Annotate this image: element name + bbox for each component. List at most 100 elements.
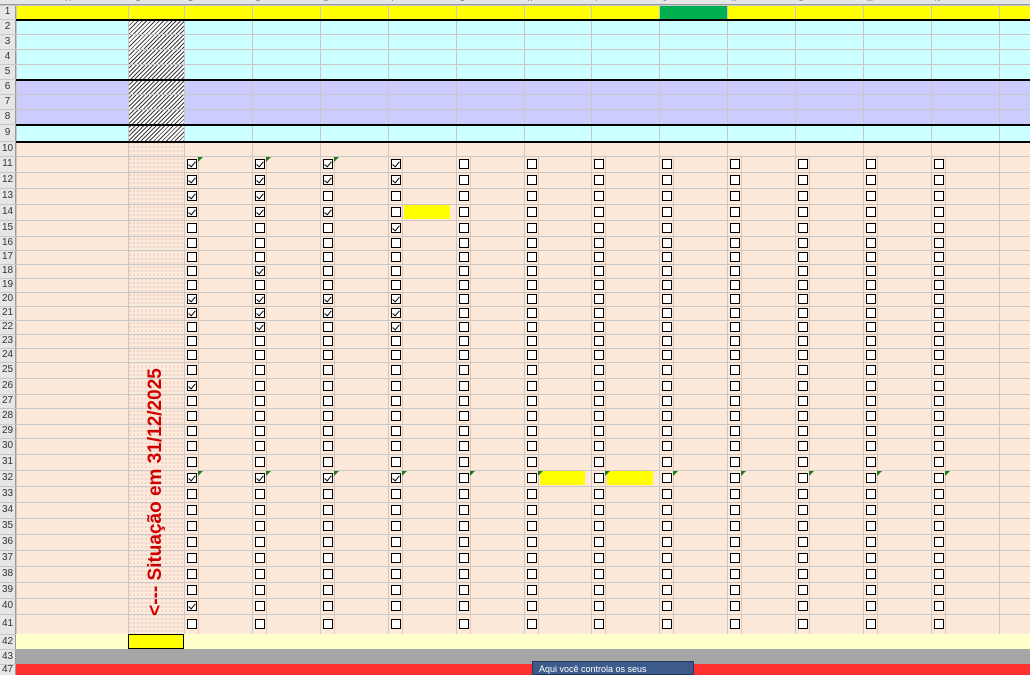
expense-value[interactable]	[336, 173, 382, 187]
expense-checkbox[interactable]	[254, 238, 265, 248]
expense-checkbox[interactable]	[187, 537, 197, 547]
totals-value[interactable]	[388, 649, 456, 664]
expense-checkbox[interactable]	[594, 223, 605, 233]
income-value[interactable]	[388, 94, 456, 109]
totals-value[interactable]	[931, 664, 999, 675]
expense-checkbox-checked[interactable]	[322, 473, 333, 483]
expense-checkbox[interactable]	[933, 569, 944, 579]
expense-checkbox[interactable]	[662, 308, 673, 318]
income-value[interactable]	[591, 94, 659, 109]
expense-checkbox[interactable]	[390, 336, 401, 346]
expense-value[interactable]	[200, 471, 246, 485]
expense-checkbox-checked[interactable]	[187, 381, 197, 391]
expense-value[interactable]	[404, 293, 450, 305]
totals-value[interactable]	[252, 664, 320, 675]
expense-checkbox[interactable]	[933, 322, 944, 332]
expense-checkbox[interactable]	[458, 457, 469, 467]
expense-checkbox[interactable]	[594, 537, 605, 547]
totals-value[interactable]	[184, 634, 252, 649]
income-value[interactable]	[184, 49, 252, 64]
expense-checkbox[interactable]	[798, 252, 809, 262]
expense-checkbox[interactable]	[798, 411, 809, 421]
expense-checkbox[interactable]	[866, 601, 876, 611]
expense-checkbox[interactable]	[798, 175, 809, 185]
income-value[interactable]	[931, 34, 999, 49]
expense-checkbox[interactable]	[594, 601, 605, 611]
income-value[interactable]	[795, 79, 863, 94]
expense-checkbox[interactable]	[798, 473, 809, 483]
expense-checkbox[interactable]	[730, 457, 741, 467]
expense-checkbox[interactable]	[730, 365, 741, 375]
expense-checkbox[interactable]	[458, 569, 469, 579]
expense-checkbox[interactable]	[458, 207, 469, 217]
expense-checkbox[interactable]	[730, 238, 741, 248]
expense-checkbox[interactable]	[730, 601, 741, 611]
expense-checkbox[interactable]	[933, 336, 944, 346]
expense-checkbox-checked[interactable]	[254, 266, 265, 276]
expense-checkbox[interactable]	[933, 350, 944, 360]
expense-checkbox[interactable]	[866, 619, 876, 629]
income-value[interactable]	[524, 79, 592, 94]
income-value[interactable]	[591, 19, 659, 34]
expense-checkbox[interactable]	[322, 537, 333, 547]
month-header-fevereiro[interactable]	[252, 5, 320, 19]
expense-checkbox[interactable]	[662, 175, 673, 185]
totals-value[interactable]	[388, 664, 456, 675]
expense-checkbox[interactable]	[933, 294, 944, 304]
expense-checkbox[interactable]	[866, 252, 876, 262]
income-value[interactable]	[659, 79, 727, 94]
income-value[interactable]	[795, 94, 863, 109]
totals-value[interactable]	[388, 634, 456, 649]
income-value[interactable]	[727, 79, 795, 94]
income-value[interactable]	[252, 79, 320, 94]
income-value[interactable]	[863, 34, 931, 49]
income-value[interactable]	[727, 19, 795, 34]
expense-checkbox[interactable]	[254, 441, 265, 451]
expense-checkbox[interactable]	[730, 505, 741, 515]
expense-checkbox-checked[interactable]	[187, 473, 197, 483]
expense-checkbox[interactable]	[730, 308, 741, 318]
income-value[interactable]	[795, 109, 863, 124]
income-value[interactable]	[252, 34, 320, 49]
expense-checkbox[interactable]	[458, 308, 469, 318]
expense-checkbox[interactable]	[662, 280, 673, 290]
expense-checkbox[interactable]	[866, 457, 876, 467]
expense-checkbox[interactable]	[187, 322, 197, 332]
expense-checkbox[interactable]	[322, 252, 333, 262]
expense-checkbox[interactable]	[866, 381, 876, 391]
income-value[interactable]	[659, 109, 727, 124]
expense-checkbox[interactable]	[662, 350, 673, 360]
income-value[interactable]	[524, 109, 592, 124]
expense-checkbox[interactable]	[187, 553, 197, 563]
income-value[interactable]	[727, 49, 795, 64]
expense-checkbox-checked[interactable]	[390, 322, 401, 332]
expense-checkbox[interactable]	[390, 441, 401, 451]
expense-value[interactable]	[200, 307, 246, 319]
totals-value[interactable]	[863, 634, 931, 649]
expense-checkbox[interactable]	[798, 350, 809, 360]
expense-checkbox[interactable]	[390, 426, 401, 436]
income-value[interactable]	[524, 49, 592, 64]
expense-checkbox[interactable]	[322, 553, 333, 563]
expense-checkbox[interactable]	[322, 585, 333, 595]
income-value[interactable]	[524, 64, 592, 79]
income-value[interactable]	[456, 94, 524, 109]
expense-checkbox[interactable]	[322, 238, 333, 248]
income-value[interactable]	[320, 79, 388, 94]
month-header-agosto[interactable]	[659, 5, 727, 19]
expense-checkbox[interactable]	[662, 537, 673, 547]
expense-checkbox[interactable]	[798, 489, 809, 499]
expense-checkbox[interactable]	[187, 336, 197, 346]
expense-checkbox[interactable]	[526, 322, 537, 332]
expense-checkbox-checked[interactable]	[254, 473, 265, 483]
expense-checkbox[interactable]	[390, 411, 401, 421]
expense-checkbox[interactable]	[390, 505, 401, 515]
expense-checkbox[interactable]	[390, 350, 401, 360]
expense-value[interactable]	[404, 321, 450, 333]
expense-checkbox[interactable]	[798, 223, 809, 233]
expense-checkbox[interactable]	[594, 175, 605, 185]
expense-checkbox[interactable]	[458, 426, 469, 436]
expense-checkbox[interactable]	[594, 381, 605, 391]
expense-checkbox[interactable]	[458, 489, 469, 499]
income-value[interactable]	[659, 19, 727, 34]
